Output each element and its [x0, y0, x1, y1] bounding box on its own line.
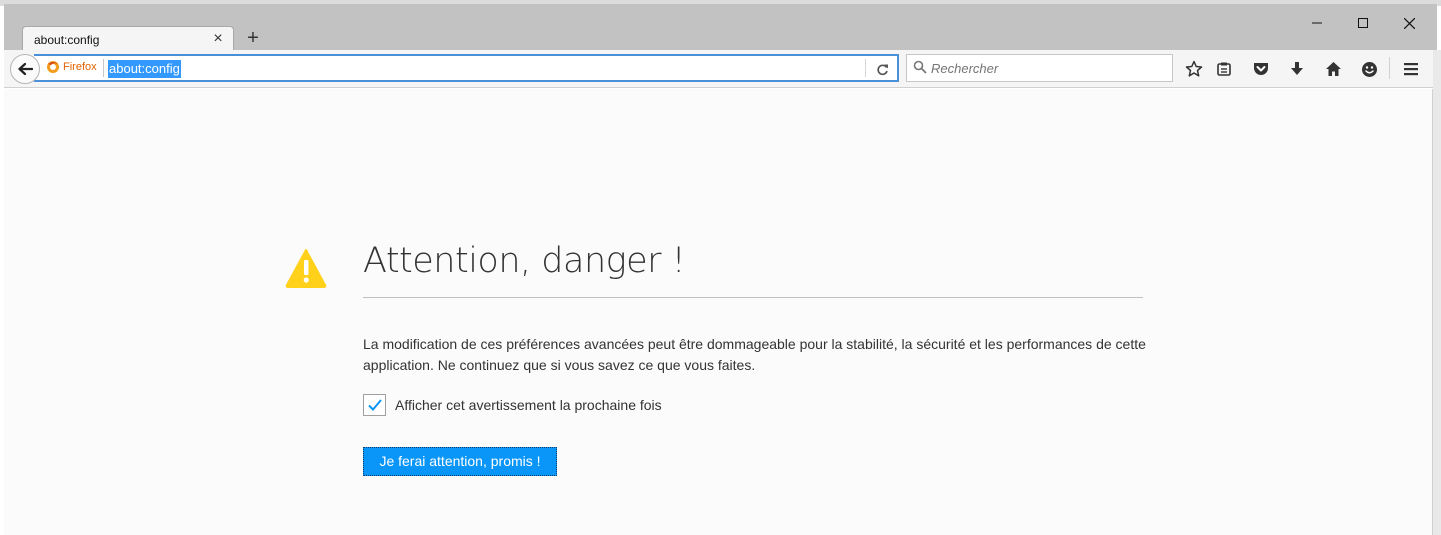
maximize-icon[interactable] [1340, 12, 1386, 34]
pocket-icon[interactable] [1249, 57, 1273, 81]
back-icon [18, 62, 33, 76]
warning-description: La modification de ces préférences avanc… [363, 336, 1146, 373]
window-edge [1433, 50, 1441, 535]
url-bar[interactable]: Firefox about:config [34, 54, 899, 82]
divider [865, 59, 866, 77]
divider [103, 59, 104, 77]
divider [363, 297, 1143, 298]
window-close-icon[interactable] [1386, 12, 1432, 34]
navigation-toolbar: Firefox about:config [4, 50, 1437, 88]
reading-list-icon[interactable] [1212, 57, 1236, 81]
minimize-icon[interactable] [1294, 12, 1340, 34]
title-bar: about:config × + [4, 4, 1437, 54]
search-icon [913, 60, 927, 79]
url-text[interactable]: about:config [108, 60, 181, 78]
identity-box[interactable]: Firefox [46, 60, 97, 74]
page-title: Attention, danger ! [363, 241, 686, 281]
home-icon[interactable] [1321, 57, 1345, 81]
search-box[interactable] [906, 54, 1173, 82]
close-icon[interactable]: × [209, 30, 227, 48]
bookmark-star-icon[interactable] [1182, 57, 1206, 81]
warning-icon [285, 248, 327, 293]
download-icon[interactable] [1285, 57, 1309, 81]
page-content: Attention, danger ! La modification de c… [4, 89, 1433, 535]
browser-window: about:config × + Firefox about:config Re… [0, 0, 1441, 535]
accept-risk-button[interactable]: Je ferai attention, promis ! [363, 447, 557, 476]
identity-label: Firefox [63, 61, 97, 73]
search-input[interactable] [931, 58, 1161, 78]
divider [1389, 57, 1390, 79]
back-button[interactable] [10, 54, 40, 84]
plus-icon[interactable]: + [242, 28, 264, 50]
checkbox-label[interactable]: Afficher cet avertissement la prochaine … [395, 397, 662, 413]
firefox-icon [47, 61, 59, 73]
tab-title: about:config [34, 33, 100, 47]
hamburger-menu-icon[interactable] [1399, 57, 1423, 81]
smiley-icon[interactable] [1357, 57, 1381, 81]
checkmark-icon [367, 399, 382, 411]
show-warning-checkbox[interactable] [363, 394, 386, 416]
reload-icon[interactable] [874, 60, 890, 78]
